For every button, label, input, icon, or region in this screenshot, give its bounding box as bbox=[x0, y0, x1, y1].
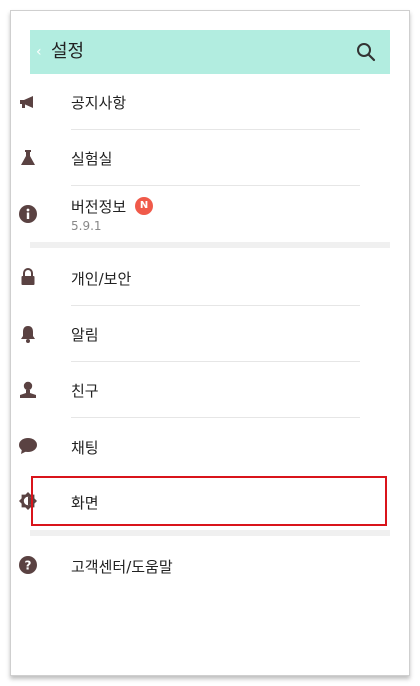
settings-item-friends[interactable]: 친구 bbox=[0, 362, 360, 418]
settings-item-label: 고객센터/도움말 bbox=[71, 558, 173, 576]
settings-item-label: 채팅 bbox=[71, 439, 99, 457]
chat-bubble-icon bbox=[19, 438, 37, 454]
settings-item-notice[interactable]: 공지사항 bbox=[0, 74, 360, 130]
settings-item-privacy[interactable]: 개인/보안 bbox=[0, 248, 360, 306]
settings-item-label: 공지사항 bbox=[71, 94, 127, 112]
selection-highlight bbox=[31, 476, 387, 526]
settings-item-lab[interactable]: 실험실 bbox=[0, 130, 360, 186]
version-number: 5.9.1 bbox=[71, 219, 102, 233]
settings-item-label: 알림 bbox=[71, 326, 99, 344]
settings-item-version[interactable]: 버전정보 N 5.9.1 bbox=[0, 186, 360, 242]
flask-icon bbox=[21, 150, 35, 165]
settings-item-chat[interactable]: 채팅 bbox=[0, 418, 360, 476]
settings-item-label: 친구 bbox=[71, 382, 99, 400]
back-button[interactable]: ‹ bbox=[36, 43, 42, 61]
megaphone-icon bbox=[20, 96, 33, 108]
person-icon bbox=[20, 381, 36, 398]
settings-item-notifications[interactable]: 알림 bbox=[0, 306, 360, 362]
top-bar: ‹ 설정 bbox=[30, 30, 390, 74]
bell-icon bbox=[21, 326, 35, 343]
help-icon: ? bbox=[19, 556, 37, 574]
settings-item-help[interactable]: ? 고객센터/도움말 bbox=[0, 536, 360, 594]
settings-item-label: 버전정보 bbox=[71, 198, 127, 216]
info-icon bbox=[19, 205, 37, 223]
settings-item-label: 실험실 bbox=[71, 150, 113, 168]
lock-icon bbox=[21, 268, 35, 285]
settings-item-label: 개인/보안 bbox=[71, 270, 132, 288]
search-icon[interactable] bbox=[356, 42, 376, 62]
svg-text:?: ? bbox=[25, 559, 32, 573]
page-title: 설정 bbox=[51, 41, 85, 62]
new-badge: N bbox=[135, 197, 153, 215]
